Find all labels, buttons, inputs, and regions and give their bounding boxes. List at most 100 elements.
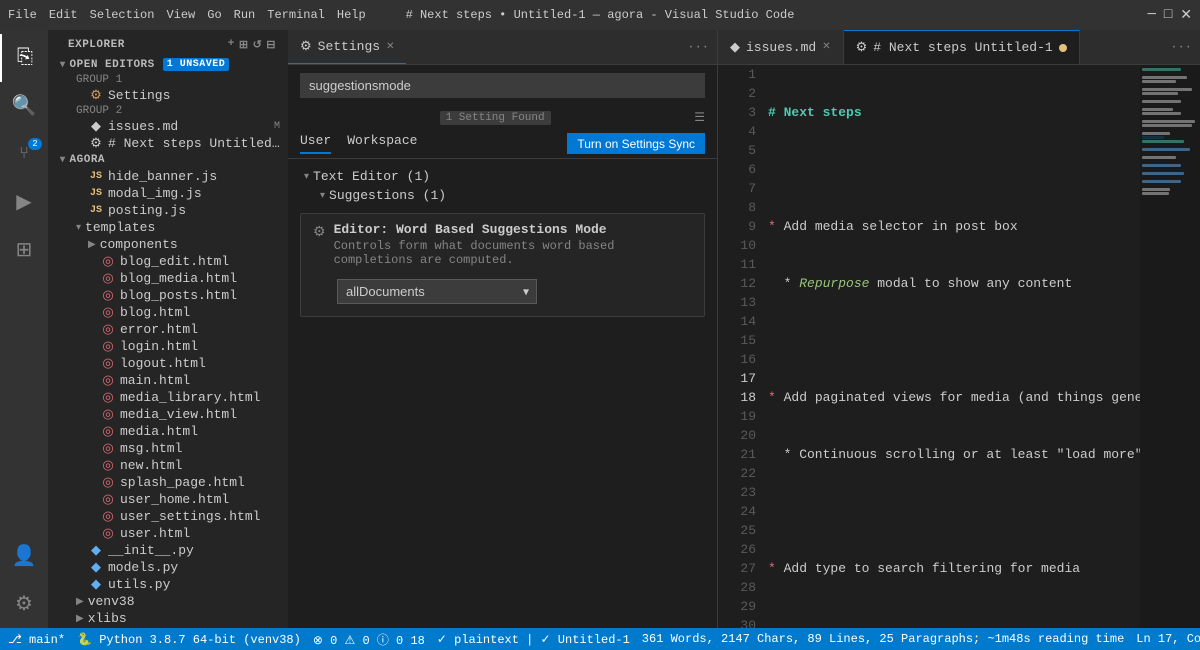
posting-item[interactable]: JS posting.js — [48, 202, 288, 219]
hide-banner-item[interactable]: JS hide_banner.js — [48, 168, 288, 185]
new-file-icon[interactable]: + — [228, 38, 235, 52]
splash-item[interactable]: ◎ splash_page.html — [48, 474, 288, 491]
select-wrapper: allDocuments currentDocument matchingDoc… — [337, 279, 537, 304]
blog-media-item[interactable]: ◎ blog_media.html — [48, 270, 288, 287]
utils-label: utils.py — [108, 577, 280, 592]
explorer-icon[interactable]: ⎘ — [0, 34, 48, 82]
code-line-1: # Next steps — [768, 103, 1124, 122]
msg-item[interactable]: ◎ msg.html — [48, 440, 288, 457]
panels-row: ⚙ Settings ✕ ··· 1 Setting Found ☰ User … — [288, 30, 1200, 628]
main-item[interactable]: ◎ main.html — [48, 372, 288, 389]
settings-tab-close[interactable]: ✕ — [386, 41, 394, 53]
run-debug-icon[interactable]: ▶ — [0, 178, 48, 226]
media-library-label: media_library.html — [120, 390, 280, 405]
settings-gear-icon[interactable]: ⚙ — [0, 580, 48, 628]
minimize-button[interactable]: ─ — [1147, 7, 1155, 24]
media-label: media.html — [120, 424, 280, 439]
maximize-button[interactable]: □ — [1164, 7, 1172, 24]
open-issues-item[interactable]: ◆ issues.md M — [48, 118, 288, 135]
python-interpreter-status[interactable]: 🐍 Python 3.8.7 64-bit (venv38) — [77, 632, 301, 647]
plaintext-status[interactable]: ✓ plaintext | ✓ Untitled-1 — [437, 632, 630, 647]
blog-item[interactable]: ◎ blog.html — [48, 304, 288, 321]
settings-file-label: Settings — [108, 88, 280, 103]
media-item[interactable]: ◎ media.html — [48, 423, 288, 440]
menu-go[interactable]: Go — [207, 8, 221, 22]
close-button[interactable]: ✕ — [1180, 7, 1192, 24]
settings-tab-actions[interactable]: ··· — [687, 40, 717, 54]
code-line-6: * Add paginated views for media (and thi… — [768, 388, 1124, 407]
templates-folder[interactable]: ▾ templates — [48, 219, 288, 236]
blog-edit-item[interactable]: ◎ blog_edit.html — [48, 253, 288, 270]
code-line-7: * Continuous scrolling or at least "load… — [768, 445, 1124, 464]
error-item[interactable]: ◎ error.html — [48, 321, 288, 338]
new-folder-icon[interactable]: ⊞ — [239, 38, 249, 52]
issues-editor-tab[interactable]: ◆ issues.md ✕ — [718, 30, 844, 64]
login-item[interactable]: ◎ login.html — [48, 338, 288, 355]
js-file-icon3: JS — [88, 205, 104, 216]
open-editors-section[interactable]: ▾ OPEN EDITORS 1 UNSAVED — [48, 56, 288, 73]
nextsteps-editor-tab[interactable]: ⚙ # Next steps Untitled-1 — [844, 30, 1080, 64]
blog-posts-label: blog_posts.html — [120, 288, 280, 303]
blog-posts-item[interactable]: ◎ blog_posts.html — [48, 287, 288, 304]
search-icon[interactable]: 🔍 — [0, 82, 48, 130]
components-folder[interactable]: ▶ components — [48, 236, 288, 253]
models-label: models.py — [108, 560, 280, 575]
title-bar: File Edit Selection View Go Run Terminal… — [0, 0, 1200, 30]
new-label: new.html — [120, 458, 280, 473]
user-settings-item[interactable]: ◎ user_settings.html — [48, 508, 288, 525]
logout-item[interactable]: ◎ logout.html — [48, 355, 288, 372]
xlibs-folder[interactable]: ▶ xlibs — [48, 610, 288, 627]
settings-user-tab[interactable]: User — [300, 133, 331, 154]
git-branch-status[interactable]: ⎇ main* — [8, 632, 65, 647]
xlibs-chevron-icon: ▶ — [76, 613, 84, 625]
utils-item[interactable]: ◆ utils.py — [48, 576, 288, 593]
code-line-10 — [768, 616, 1124, 628]
cursor-position-status[interactable]: Ln 17, Col 15 — [1136, 632, 1200, 647]
source-control-badge: 2 — [28, 138, 42, 150]
media-library-item[interactable]: ◎ media_library.html — [48, 389, 288, 406]
settings-search-input[interactable] — [300, 73, 705, 98]
init-item[interactable]: ◆ __init__.py — [48, 542, 288, 559]
suggestions-mode-select[interactable]: allDocuments currentDocument matchingDoc… — [337, 279, 537, 304]
html-file-icon10: ◎ — [100, 407, 116, 422]
menu-help[interactable]: Help — [337, 8, 366, 22]
problems-status[interactable]: ⊗ 0 ⚠ 0 ⓘ 0 18 — [313, 631, 425, 648]
issues-file-label: issues.md — [108, 119, 270, 134]
settings-workspace-tab[interactable]: Workspace — [347, 133, 417, 154]
user-item[interactable]: ◎ user.html — [48, 525, 288, 542]
minimap-content — [1140, 65, 1200, 198]
menu-edit[interactable]: Edit — [49, 8, 78, 22]
menu-selection[interactable]: Selection — [90, 8, 155, 22]
open-settings-item[interactable]: ⚙ Settings — [48, 87, 288, 104]
settings-tab[interactable]: ⚙ Settings ✕ — [288, 30, 406, 64]
code-content[interactable]: # Next steps * Add media selector in pos… — [768, 65, 1140, 628]
source-control-icon[interactable]: ⑂ 2 — [0, 130, 48, 178]
venv38-folder[interactable]: ▶ venv38 — [48, 593, 288, 610]
agora-section[interactable]: ▾ AGORA — [48, 152, 288, 168]
media-view-item[interactable]: ◎ media_view.html — [48, 406, 288, 423]
suggestions-tree-item[interactable]: ▾ Suggestions (1) — [288, 186, 717, 205]
collapse-icon[interactable]: ⊟ — [266, 38, 276, 52]
chevron-down-icon: ▾ — [60, 59, 66, 71]
text-editor-tree-item[interactable]: ▾ Text Editor (1) — [288, 167, 717, 186]
menu-run[interactable]: Run — [234, 8, 256, 22]
issues-tab-close[interactable]: ✕ — [822, 41, 830, 53]
refresh-icon[interactable]: ↺ — [253, 38, 263, 52]
menu-terminal[interactable]: Terminal — [267, 8, 325, 22]
new-item[interactable]: ◎ new.html — [48, 457, 288, 474]
menu-file[interactable]: File — [8, 8, 37, 22]
models-item[interactable]: ◆ models.py — [48, 559, 288, 576]
open-nextsteps-item[interactable]: ⚙ # Next steps Untitled-1 — [48, 135, 288, 152]
sync-settings-button[interactable]: Turn on Settings Sync — [567, 133, 705, 154]
init-label: __init__.py — [108, 543, 280, 558]
extensions-icon[interactable]: ⊞ — [0, 226, 48, 274]
user-home-item[interactable]: ◎ user_home.html — [48, 491, 288, 508]
accounts-icon[interactable]: 👤 — [0, 532, 48, 580]
editor-tab-actions[interactable]: ··· — [1170, 40, 1200, 54]
status-bar: ⎇ main* 🐍 Python 3.8.7 64-bit (venv38) ⊗… — [0, 628, 1200, 650]
menu-view[interactable]: View — [166, 8, 195, 22]
settings-result-menu[interactable]: ☰ — [694, 110, 705, 125]
modal-img-item[interactable]: JS modal_img.js — [48, 185, 288, 202]
sidebar-header-actions: + ⊞ ↺ ⊟ — [228, 38, 276, 52]
settings-popup-gear-icon: ⚙ — [313, 224, 326, 241]
